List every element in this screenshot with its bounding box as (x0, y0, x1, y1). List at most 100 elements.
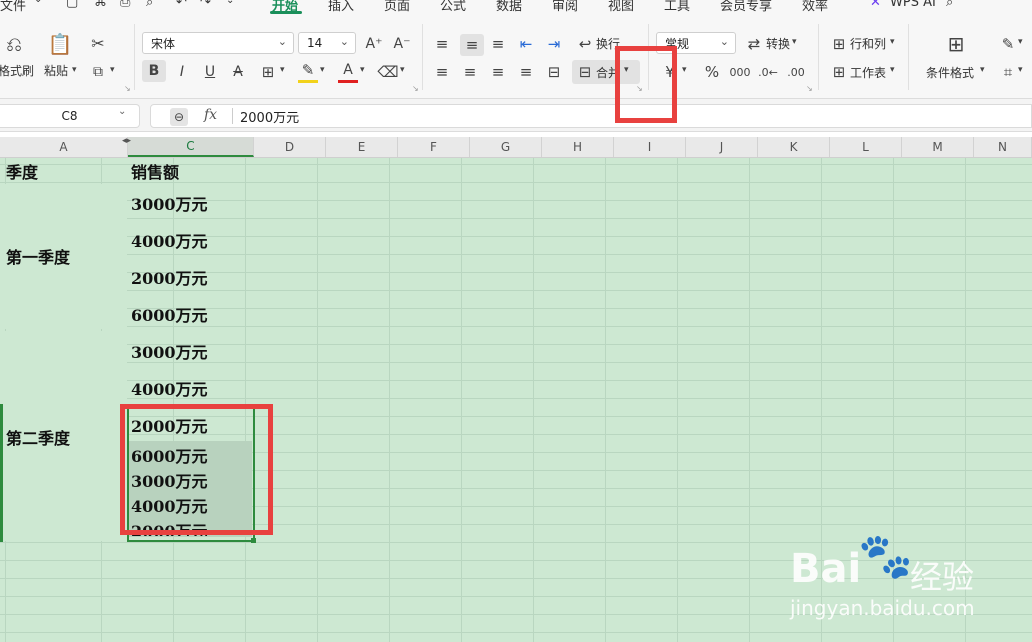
col-header-d[interactable]: D (254, 137, 326, 157)
strikethrough-icon[interactable]: A (228, 62, 248, 82)
col-header-h[interactable]: H (542, 137, 614, 157)
align-right-icon[interactable]: ≡ (488, 62, 508, 82)
expand-icon[interactable]: ↘ (412, 84, 419, 93)
copy-icon[interactable]: ⧉ (88, 62, 108, 82)
cell-a-q2[interactable]: 第二季度 (6, 426, 70, 448)
col-header-m[interactable]: M (902, 137, 974, 157)
hidden-column-indicator[interactable]: ◂▸ (122, 137, 131, 146)
col-header-l[interactable]: L (830, 137, 902, 157)
chevron-down-icon[interactable]: ▾ (1018, 38, 1023, 47)
chevron-down-icon[interactable]: ▾ (110, 66, 115, 75)
expand-icon[interactable]: ↘ (124, 84, 131, 93)
chevron-down-icon[interactable]: ⌄ (118, 107, 126, 117)
convert-icon[interactable]: ⇄ (744, 34, 764, 54)
chevron-down-icon[interactable]: ▾ (320, 66, 325, 75)
tab-formula[interactable]: 公式 (440, 0, 466, 14)
decimal-increase-icon[interactable]: .0← (758, 62, 778, 82)
chevron-down-icon[interactable]: ▾ (980, 66, 985, 75)
decrease-font-icon[interactable]: A⁻ (392, 34, 412, 54)
cut-icon[interactable]: ✂ (88, 34, 108, 54)
tab-member[interactable]: 会员专享 (720, 0, 772, 14)
conditional-format-label[interactable]: 条件格式 (926, 64, 974, 81)
tab-insert[interactable]: 插入 (328, 0, 354, 14)
convert-label[interactable]: 转换 (766, 35, 790, 52)
paste-label[interactable]: 粘贴 (44, 62, 68, 79)
wrap-text-icon[interactable]: ↩ (576, 34, 594, 54)
cell-c1[interactable]: 销售额 (131, 160, 179, 182)
chevron-down-icon[interactable]: ▾ (1018, 66, 1023, 75)
chevron-down-icon[interactable]: ⌄ (226, 0, 234, 6)
cell-a1[interactable]: 季度 (6, 160, 38, 182)
col-header-e[interactable]: E (326, 137, 398, 157)
col-header-n[interactable]: N (974, 137, 1032, 157)
sales-cell[interactable]: 4000万元 (131, 377, 208, 399)
tab-review[interactable]: 审阅 (552, 0, 578, 14)
cell-a-q1[interactable]: 第一季度 (6, 245, 70, 267)
paste-icon[interactable]: 📋 (48, 32, 73, 56)
worksheet-label[interactable]: 工作表 (850, 64, 886, 81)
percent-icon[interactable]: % (702, 62, 722, 82)
fill-icon[interactable]: ⌗ (998, 62, 1018, 82)
sales-cell[interactable]: 4000万元 (131, 229, 208, 251)
font-name-select[interactable]: 宋体 ⌄ (142, 32, 294, 54)
sales-cell[interactable]: 3000万元 (131, 192, 208, 214)
fill-color-icon[interactable]: ✎ (298, 60, 318, 83)
bold-icon[interactable]: B (142, 60, 166, 82)
align-middle-icon[interactable]: ≡ (460, 34, 484, 56)
zoom-icon[interactable]: ⊖ (170, 108, 188, 126)
chevron-down-icon[interactable]: ▾ (400, 66, 405, 75)
chevron-down-icon[interactable]: ▾ (360, 66, 365, 75)
tab-page[interactable]: 页面 (384, 0, 410, 14)
chevron-down-icon[interactable]: ▾ (682, 66, 687, 75)
menu-file[interactable]: 文件 (0, 0, 26, 14)
sales-cell[interactable]: 6000万元 (131, 303, 208, 325)
redo-icon[interactable]: ↷ (200, 0, 211, 10)
align-bottom-icon[interactable]: ≡ (488, 34, 508, 54)
col-header-f[interactable]: F (398, 137, 470, 157)
sales-cell[interactable]: 2000万元 (131, 266, 208, 288)
format-painter-label[interactable]: 格式刷 (0, 62, 34, 79)
search-icon[interactable]: ⌕ (946, 0, 953, 10)
row-col-icon[interactable]: ⊞ (830, 34, 848, 54)
tab-data[interactable]: 数据 (496, 0, 522, 14)
share-icon[interactable]: ⌘ (94, 0, 107, 10)
save-icon[interactable]: ▢ (66, 0, 78, 10)
tab-tools[interactable]: 工具 (664, 0, 690, 14)
tab-efficiency[interactable]: 效率 (802, 0, 828, 14)
chevron-down-icon[interactable]: ▾ (792, 38, 797, 47)
col-header-i[interactable]: I (614, 137, 686, 157)
align-top-icon[interactable]: ≡ (432, 34, 452, 54)
chevron-down-icon[interactable]: ⌄ (34, 0, 42, 5)
expand-icon[interactable]: ↘ (806, 84, 813, 93)
border-icon[interactable]: ⊞ (258, 62, 278, 82)
tab-view[interactable]: 视图 (608, 0, 634, 14)
align-left-icon[interactable]: ≡ (432, 62, 452, 82)
indent-decrease-icon[interactable]: ⇤ (516, 34, 536, 54)
col-header-a[interactable]: A (0, 137, 128, 157)
undo-icon[interactable]: ↶ (176, 0, 187, 10)
format-painter-icon[interactable]: ⎌ (2, 32, 26, 56)
italic-icon[interactable]: I (172, 62, 192, 82)
row-col-label[interactable]: 行和列 (850, 35, 886, 52)
style-icon[interactable]: ✎ (998, 34, 1018, 54)
print-icon[interactable]: ⎙ (120, 0, 130, 10)
col-header-c[interactable]: C (128, 137, 254, 157)
fill-handle[interactable] (251, 538, 256, 543)
chevron-down-icon[interactable]: ▾ (890, 66, 895, 75)
thousands-icon[interactable]: 000 (730, 62, 751, 82)
chevron-down-icon[interactable]: ▾ (72, 66, 77, 75)
clear-format-icon[interactable]: ⌫ (377, 62, 398, 82)
distribute-icon[interactable]: ⊟ (544, 62, 564, 82)
underline-icon[interactable]: U (200, 62, 220, 82)
tab-wps-ai[interactable]: WPS AI (890, 0, 936, 10)
indent-increase-icon[interactable]: ⇥ (544, 34, 564, 54)
conditional-format-icon[interactable]: ⊞ (944, 32, 968, 56)
font-color-icon[interactable]: A (338, 60, 358, 83)
font-size-select[interactable]: 14 ⌄ (298, 32, 356, 54)
wps-ai-icon[interactable]: ✕ (870, 0, 881, 10)
sales-cell[interactable]: 3000万元 (131, 340, 208, 362)
col-header-k[interactable]: K (758, 137, 830, 157)
align-center-icon[interactable]: ≡ (460, 62, 480, 82)
col-header-j[interactable]: J (686, 137, 758, 157)
print-preview-icon[interactable]: ⌕ (146, 0, 153, 10)
